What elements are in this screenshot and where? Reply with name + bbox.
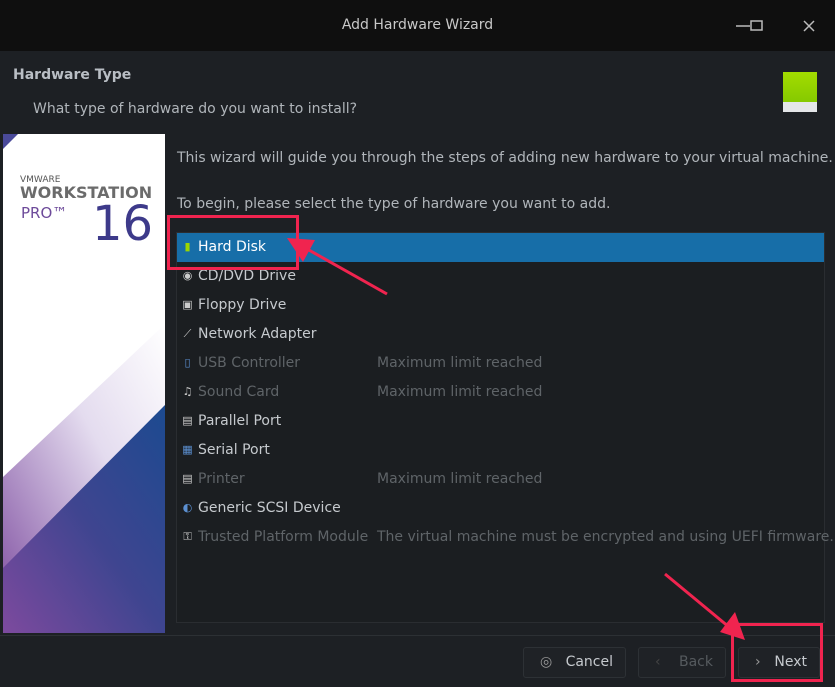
hardware-item-note: Maximum limit reached [377, 349, 542, 378]
product-banner: VMWARE WORKSTATION PRO™ 16 [3, 134, 165, 633]
maximize-icon[interactable] [745, 14, 769, 38]
next-button[interactable]: › Next [738, 647, 820, 678]
network-icon: ⟋ [181, 327, 194, 341]
printer-icon: ▤ [181, 414, 194, 428]
title-bar: Add Hardware Wizard [0, 0, 835, 51]
hardware-item-label: Trusted Platform Module [198, 523, 368, 552]
hardware-item-sound-card[interactable]: ♫ Sound Card Maximum limit reached [177, 378, 824, 407]
hardware-item-label: Serial Port [198, 436, 270, 465]
hardware-item-label: Generic SCSI Device [198, 494, 341, 523]
product-edition: PRO™ [21, 204, 67, 222]
hard-disk-icon: ▮ [181, 240, 194, 254]
footer-divider [0, 635, 835, 636]
chevron-right-icon: › [755, 648, 761, 677]
hardware-item-printer[interactable]: ▤ Printer Maximum limit reached [177, 465, 824, 494]
product-version: 16 [92, 196, 153, 252]
back-button[interactable]: ‹ Back [638, 647, 726, 678]
hardware-item-label: Sound Card [198, 378, 279, 407]
hardware-item-label: Parallel Port [198, 407, 281, 436]
sound-icon: ♫ [181, 385, 194, 399]
hardware-item-label: Network Adapter [198, 320, 316, 349]
cancel-icon: ◎ [540, 648, 552, 677]
hardware-item-serial-port[interactable]: ▦ Serial Port [177, 436, 824, 465]
hardware-item-floppy-drive[interactable]: ▣ Floppy Drive [177, 291, 824, 320]
cancel-button[interactable]: ◎ Cancel [523, 647, 626, 678]
hardware-item-note: Maximum limit reached [377, 465, 542, 494]
window-title: Add Hardware Wizard [0, 17, 835, 33]
instruction-text: To begin, please select the type of hard… [177, 196, 610, 212]
chevron-left-icon: ‹ [655, 648, 661, 677]
hardware-item-hard-disk[interactable]: ▮ Hard Disk [177, 233, 824, 262]
cd-icon: ◉ [181, 269, 194, 283]
hardware-item-label: Hard Disk [198, 233, 266, 262]
hardware-item-label: Floppy Drive [198, 291, 286, 320]
hardware-item-usb-controller[interactable]: ▯ USB Controller Maximum limit reached [177, 349, 824, 378]
printer-icon: ▤ [181, 472, 194, 486]
hardware-item-cd-dvd-drive[interactable]: ◉ CD/DVD Drive [177, 262, 824, 291]
hardware-item-trusted-platform-module[interactable]: ⚿Trusted Platform ModuleThe virtual mach… [177, 523, 824, 552]
scsi-icon: ◐ [181, 501, 194, 515]
hardware-type-list[interactable]: ▮ Hard Disk ◉ CD/DVD Drive ▣ Floppy Drive ⟋ Net… [176, 232, 825, 623]
hardware-item-label: USB Controller [198, 349, 300, 378]
close-icon[interactable] [797, 14, 821, 38]
hardware-item-label: Printer [198, 465, 245, 494]
hardware-item-note: The virtual machine must be encrypted an… [377, 523, 834, 552]
hard-disk-icon [783, 72, 817, 112]
page-subtitle: What type of hardware do you want to ins… [33, 101, 357, 117]
page-title: Hardware Type [13, 67, 131, 83]
hardware-item-note: Maximum limit reached [377, 378, 542, 407]
hardware-item-generic-scsi-device[interactable]: ◐ Generic SCSI Device [177, 494, 824, 523]
serial-port-icon: ▦ [181, 443, 194, 457]
tpm-icon: ⚿ [181, 530, 194, 544]
usb-icon: ▯ [181, 356, 194, 370]
hardware-item-label: CD/DVD Drive [198, 262, 296, 291]
floppy-icon: ▣ [181, 298, 194, 312]
hardware-item-parallel-port[interactable]: ▤ Parallel Port [177, 407, 824, 436]
hardware-item-network-adapter[interactable]: ⟋ Network Adapter [177, 320, 824, 349]
intro-text: This wizard will guide you through the s… [177, 150, 833, 166]
